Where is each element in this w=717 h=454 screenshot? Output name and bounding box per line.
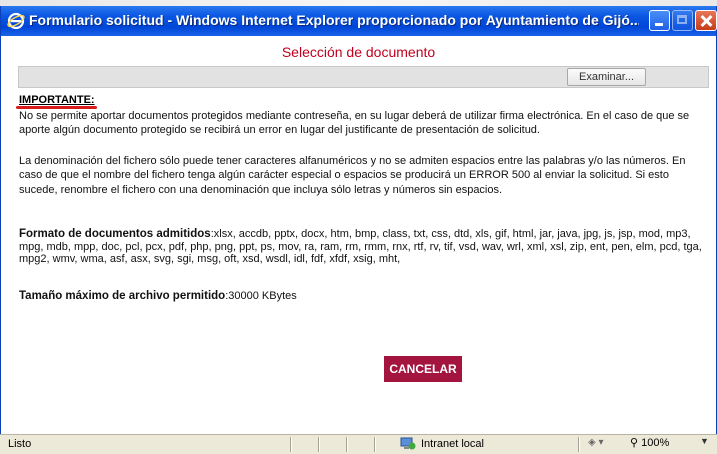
max-file-size: Tamaño máximo de archivo permitido:30000… bbox=[19, 290, 709, 302]
maximize-button[interactable] bbox=[672, 10, 693, 31]
close-button[interactable] bbox=[695, 10, 717, 31]
zoom-icon: ⚲ bbox=[630, 437, 639, 449]
formats-label: Formato de documentos admitidos bbox=[19, 228, 211, 240]
browser-popup-window: Formulario solicitud - Windows Internet … bbox=[0, 6, 717, 454]
file-path-input[interactable] bbox=[19, 67, 569, 89]
zone-label: Intranet local bbox=[421, 438, 484, 450]
status-separator bbox=[374, 437, 376, 452]
browse-button[interactable]: Examinar... bbox=[567, 68, 646, 86]
max-size-label: Tamaño máximo de archivo permitido bbox=[19, 290, 226, 302]
minimize-button[interactable] bbox=[649, 10, 670, 31]
status-separator bbox=[346, 437, 348, 452]
protected-mode-icon[interactable]: ◈ ▾ bbox=[588, 437, 618, 451]
chevron-down-icon[interactable]: ▼ bbox=[700, 436, 709, 446]
cancel-button[interactable]: CANCELAR bbox=[384, 356, 462, 382]
notice-paragraph-protected: No se permite aportar documentos protegi… bbox=[19, 110, 690, 137]
status-separator bbox=[578, 437, 580, 452]
ie-icon bbox=[7, 12, 25, 30]
page-title: Selección de documento bbox=[281, 44, 436, 60]
notice-paragraph-filename: La denominación del fichero sólo puede t… bbox=[19, 155, 686, 196]
title-bar[interactable]: Formulario solicitud - Windows Internet … bbox=[1, 6, 717, 36]
status-text: Listo bbox=[8, 438, 32, 450]
max-size-value: :30000 KBytes bbox=[225, 290, 297, 302]
status-bar: Listo Intranet local ◈ ▾ ⚲ 100% ▼ bbox=[0, 434, 717, 454]
zoom-control[interactable]: ⚲ 100% bbox=[630, 436, 669, 449]
window-title: Formulario solicitud - Windows Internet … bbox=[29, 12, 639, 28]
status-separator bbox=[318, 437, 320, 452]
file-upload-row: Examinar... bbox=[18, 66, 709, 89]
accepted-formats: Formato de documentos admitidos:xlsx, ac… bbox=[19, 228, 707, 266]
intranet-zone-icon bbox=[400, 437, 416, 450]
status-separator bbox=[290, 437, 292, 452]
zoom-level: 100% bbox=[641, 437, 670, 449]
important-heading: IMPORTANTE: bbox=[19, 94, 95, 106]
